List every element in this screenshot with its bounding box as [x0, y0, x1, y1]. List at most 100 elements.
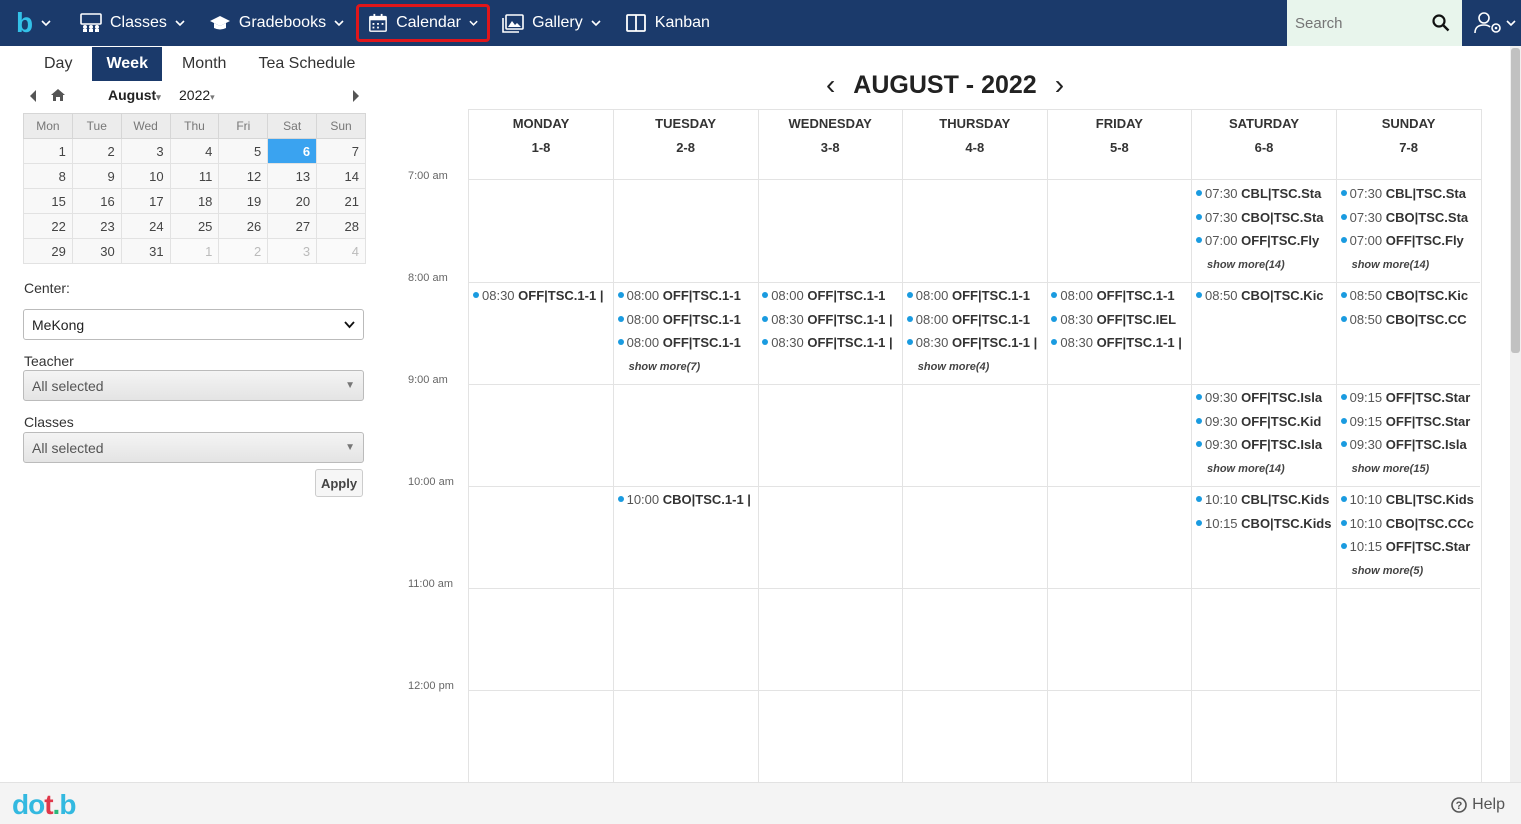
day-column[interactable]: FRIDAY 5-8: [1047, 109, 1193, 782]
calendar-event[interactable]: 08:00 OFF|TSC.1-1: [1051, 287, 1188, 305]
calendar-event[interactable]: 09:30 OFF|TSC.Isla: [1196, 389, 1333, 407]
next-month-icon[interactable]: [351, 89, 361, 103]
scrollbar-thumb[interactable]: [1511, 48, 1520, 353]
calendar-event[interactable]: 09:15 OFF|TSC.Star: [1340, 389, 1478, 407]
mini-day-cell[interactable]: 7: [316, 138, 366, 164]
mini-day-cell[interactable]: 2: [71, 138, 122, 164]
tab-day[interactable]: Day: [24, 47, 92, 81]
mini-day-cell[interactable]: 3: [120, 138, 171, 164]
apply-button[interactable]: Apply: [315, 469, 363, 497]
mini-day-cell[interactable]: 23: [71, 213, 122, 239]
help-link[interactable]: ? Help: [1451, 796, 1505, 814]
mini-day-cell[interactable]: 17: [120, 188, 171, 214]
classes-select[interactable]: All selected ▼: [23, 432, 364, 463]
mini-day-cell[interactable]: 15: [23, 188, 73, 214]
mini-day-cell[interactable]: 29: [23, 238, 73, 264]
mini-day-cell[interactable]: 21: [316, 188, 366, 214]
home-icon[interactable]: [50, 88, 66, 102]
day-column[interactable]: MONDAY 1-8: [469, 109, 614, 782]
day-column[interactable]: WEDNESDAY 3-8: [758, 109, 904, 782]
mini-day-cell[interactable]: 14: [316, 163, 366, 189]
mini-day-cell[interactable]: 2: [218, 238, 269, 264]
mini-day-cell[interactable]: 12: [218, 163, 269, 189]
nav-classes[interactable]: Classes: [68, 0, 197, 46]
mini-day-cell[interactable]: 25: [169, 213, 220, 239]
mini-day-cell[interactable]: 6: [267, 138, 318, 164]
search-icon[interactable]: [1432, 14, 1450, 32]
calendar-event[interactable]: 08:50 CBO|TSC.Kic: [1340, 287, 1478, 305]
show-more-link[interactable]: show more(4): [918, 361, 990, 373]
show-more-link[interactable]: show more(14): [1352, 259, 1430, 271]
mini-day-cell[interactable]: 1: [23, 138, 73, 164]
calendar-event[interactable]: 10:15 OFF|TSC.Star: [1340, 538, 1478, 556]
calendar-event[interactable]: 10:15 CBO|TSC.Kids: [1196, 515, 1333, 533]
show-more-link[interactable]: show more(14): [1207, 463, 1285, 475]
calendar-event[interactable]: 08:30 OFF|TSC.1-1 |: [1051, 334, 1188, 352]
calendar-event[interactable]: 07:30 CBL|TSC.Sta: [1340, 185, 1478, 203]
mini-day-cell[interactable]: 10: [120, 163, 171, 189]
mini-year-select[interactable]: 2022▾: [179, 87, 215, 103]
nav-gradebooks[interactable]: Gradebooks: [197, 0, 356, 46]
mini-day-cell[interactable]: 26: [218, 213, 269, 239]
mini-day-cell[interactable]: 16: [71, 188, 122, 214]
tab-month[interactable]: Month: [162, 47, 246, 81]
teacher-select[interactable]: All selected ▼: [23, 370, 364, 401]
calendar-event[interactable]: 07:30 CBO|TSC.Sta: [1196, 209, 1333, 227]
nav-kanban[interactable]: Kanban: [613, 0, 722, 46]
show-more-link[interactable]: show more(15): [1352, 463, 1430, 475]
mini-day-cell[interactable]: 22: [23, 213, 73, 239]
mini-day-cell[interactable]: 8: [23, 163, 73, 189]
calendar-event[interactable]: 07:30 CBL|TSC.Sta: [1196, 185, 1333, 203]
show-more-link[interactable]: show more(14): [1207, 259, 1285, 271]
mini-day-cell[interactable]: 9: [71, 163, 122, 189]
day-column[interactable]: THURSDAY 4-8: [902, 109, 1048, 782]
calendar-event[interactable]: 10:10 CBL|TSC.Kids: [1196, 491, 1333, 509]
calendar-event[interactable]: 08:50 CBO|TSC.CC: [1340, 311, 1478, 329]
mini-day-cell[interactable]: 20: [267, 188, 318, 214]
nav-gallery[interactable]: Gallery: [490, 0, 613, 46]
mini-month-select[interactable]: August▾: [108, 87, 161, 103]
calendar-event[interactable]: 09:15 OFF|TSC.Star: [1340, 413, 1478, 431]
calendar-event[interactable]: 07:00 OFF|TSC.Fly: [1196, 232, 1333, 250]
calendar-event[interactable]: 07:00 OFF|TSC.Fly: [1340, 232, 1478, 250]
mini-day-cell[interactable]: 31: [120, 238, 171, 264]
tab-week[interactable]: Week: [92, 47, 162, 81]
mini-day-cell[interactable]: 18: [169, 188, 220, 214]
mini-day-cell[interactable]: 4: [169, 138, 220, 164]
calendar-event[interactable]: 10:10 CBL|TSC.Kids: [1340, 491, 1478, 509]
calendar-event[interactable]: 08:00 OFF|TSC.1-1: [762, 287, 899, 305]
mini-day-cell[interactable]: 5: [218, 138, 269, 164]
calendar-event[interactable]: 08:00 OFF|TSC.1-1: [617, 311, 755, 329]
calendar-event[interactable]: 08:50 CBO|TSC.Kic: [1196, 287, 1333, 305]
calendar-event[interactable]: 08:00 OFF|TSC.1-1: [617, 287, 755, 305]
mini-day-cell[interactable]: 4: [316, 238, 366, 264]
center-select[interactable]: MeKong: [23, 309, 364, 340]
calendar-event[interactable]: 09:30 OFF|TSC.Isla: [1196, 436, 1333, 454]
mini-day-cell[interactable]: 24: [120, 213, 171, 239]
calendar-event[interactable]: 08:30 OFF|TSC.1-1 |: [762, 311, 899, 329]
mini-day-cell[interactable]: 13: [267, 163, 318, 189]
calendar-event[interactable]: 08:00 OFF|TSC.1-1: [906, 311, 1044, 329]
calendar-event[interactable]: 08:00 OFF|TSC.1-1: [906, 287, 1044, 305]
calendar-event[interactable]: 08:00 OFF|TSC.1-1: [617, 334, 755, 352]
user-settings-menu[interactable]: [1468, 0, 1521, 46]
mini-day-cell[interactable]: 3: [267, 238, 318, 264]
mini-day-cell[interactable]: 11: [169, 163, 220, 189]
mini-day-cell[interactable]: 30: [71, 238, 122, 264]
calendar-event[interactable]: 10:00 CBO|TSC.1-1 |: [617, 491, 755, 509]
calendar-event[interactable]: 08:30 OFF|TSC.1-1 |: [906, 334, 1044, 352]
calendar-event[interactable]: 10:10 CBO|TSC.CCc: [1340, 515, 1478, 533]
show-more-link[interactable]: show more(5): [1352, 565, 1424, 577]
calendar-event[interactable]: 08:30 OFF|TSC.1-1 |: [762, 334, 899, 352]
mini-day-cell[interactable]: 1: [169, 238, 220, 264]
brand-menu[interactable]: b: [0, 0, 68, 46]
mini-day-cell[interactable]: 27: [267, 213, 318, 239]
search-input[interactable]: [1295, 14, 1435, 32]
prev-week-button[interactable]: ‹: [826, 69, 835, 101]
nav-calendar[interactable]: Calendar: [356, 0, 491, 46]
mini-day-cell[interactable]: 19: [218, 188, 269, 214]
calendar-event[interactable]: 08:30 OFF|TSC.1-1 |: [473, 287, 610, 305]
calendar-event[interactable]: 09:30 OFF|TSC.Kid: [1196, 413, 1333, 431]
calendar-event[interactable]: 08:30 OFF|TSC.IEL: [1051, 311, 1188, 329]
next-week-button[interactable]: ›: [1055, 69, 1064, 101]
